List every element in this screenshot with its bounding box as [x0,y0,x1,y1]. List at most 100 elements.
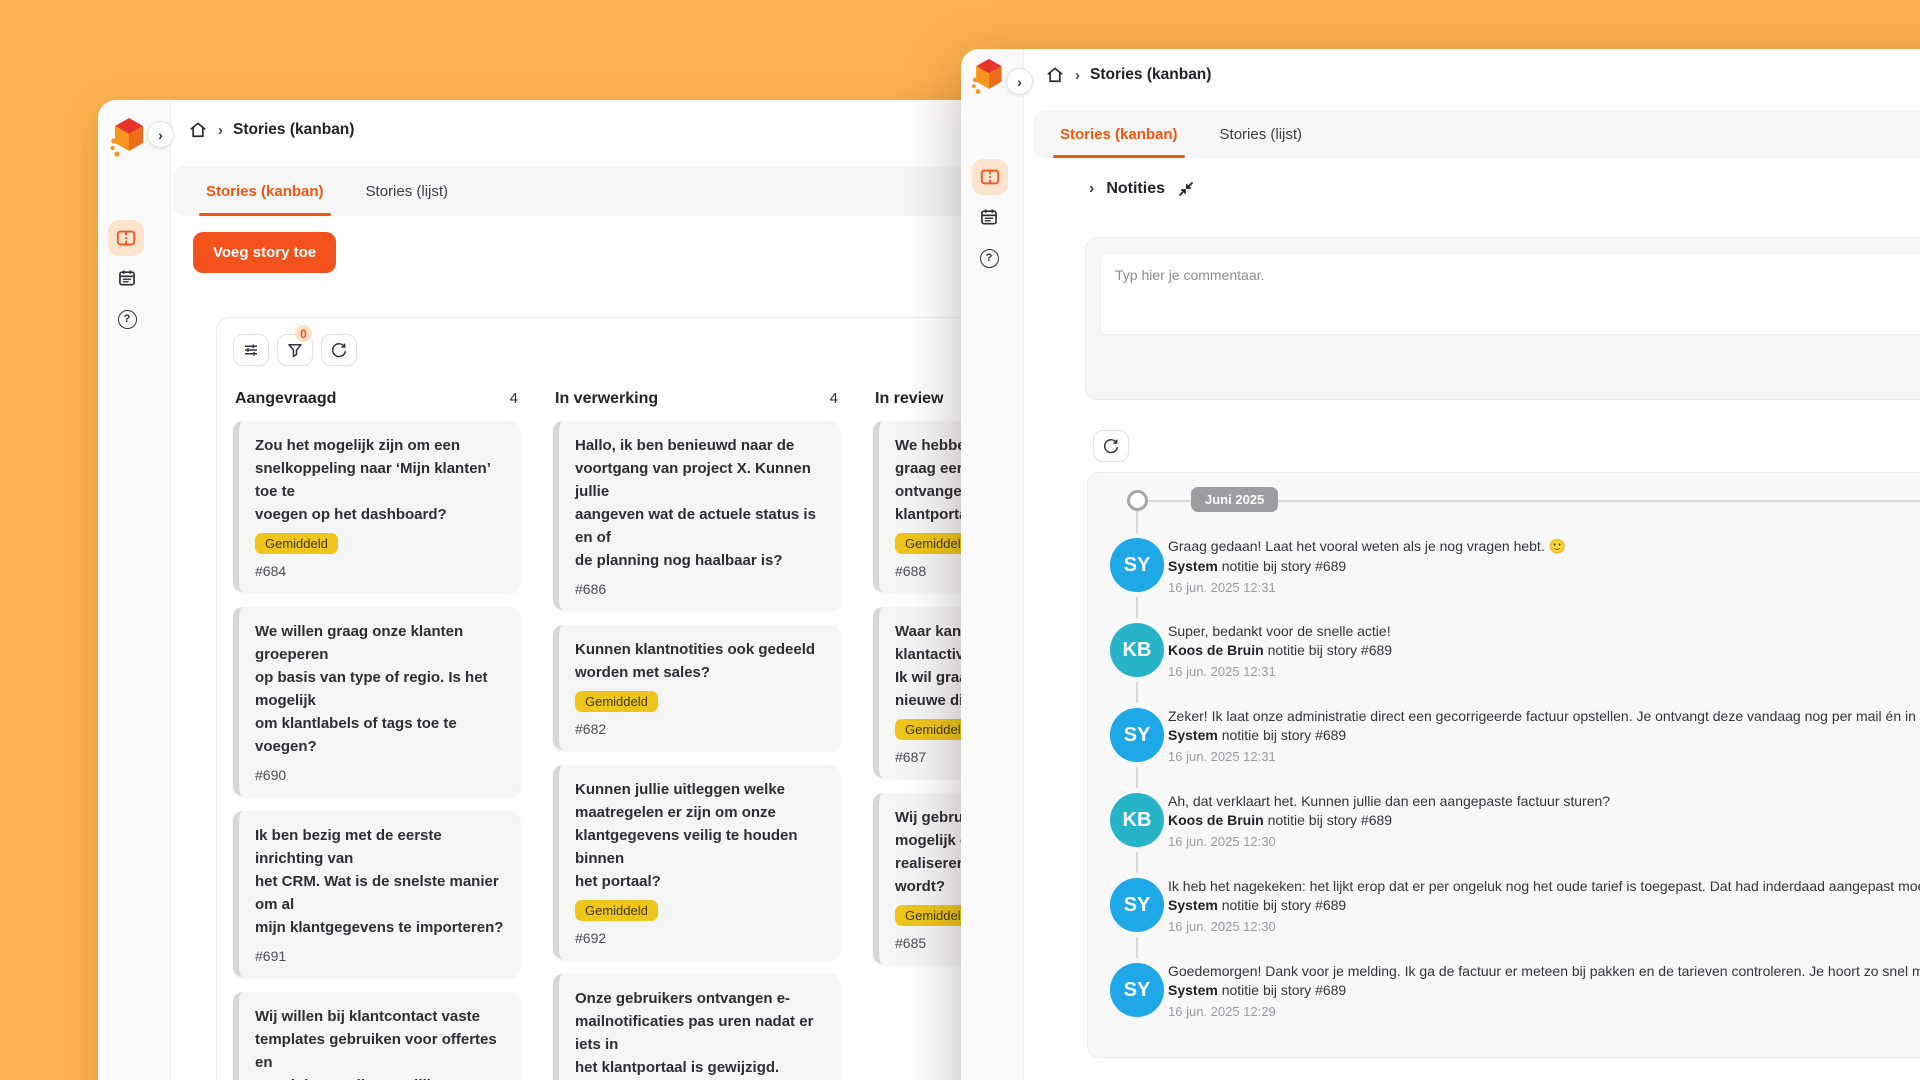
note-author: System [1168,897,1218,913]
sidebar-item-calendar[interactable] [978,206,1000,228]
calendar-icon [117,268,137,288]
avatar: SY [1110,878,1164,932]
column-title: In review [875,390,943,408]
filter-funnel-icon [286,341,304,359]
card-text: Kunnen jullie uitleggen welke maatregele… [575,778,824,893]
card-id: #686 [575,581,824,597]
comment-input[interactable] [1101,254,1920,334]
avatar: KB [1110,623,1164,677]
card-text: Zou het mogelijk zijn om een snelkoppeli… [255,434,504,526]
notes-window: › ? [961,49,1920,1080]
breadcrumb-current: Stories (kanban) [233,121,354,139]
note-entry: SY Goedemorgen! Dank voor je melding. Ik… [1088,963,1920,1023]
breadcrumb: › Stories (kanban) [1045,65,1211,85]
tab-stories-kanban[interactable]: Stories (kanban) [1039,110,1199,158]
note-timestamp: 16 jun. 2025 12:31 [1168,749,1920,764]
display-settings-button[interactable] [233,334,269,366]
card-id: #682 [575,721,824,737]
notes-section-header: › Notities [1089,180,1195,198]
card-id: #690 [255,767,504,783]
app-logo-icon [971,58,1005,98]
avatar: SY [1110,708,1164,762]
timeline-month-chip: Juni 2025 [1191,487,1278,512]
avatar: SY [1110,538,1164,592]
story-card[interactable]: Zou het mogelijk zijn om een snelkoppeli… [233,421,520,592]
sidebar: › ? [98,100,171,1080]
priority-badge: Gemiddeld [575,900,658,921]
sidebar-item-stories[interactable] [972,159,1008,195]
note-message: Graag gedaan! Laat het vooral weten als … [1168,538,1566,555]
ticket-icon [115,227,137,249]
note-ref: notitie bij story #689 [1222,727,1347,743]
app-logo-icon [110,117,146,161]
note-message: Goedemorgen! Dank voor je melding. Ik ga… [1168,963,1920,979]
refresh-button[interactable] [321,334,357,366]
note-message: Ik heb het nagekeken: het lijkt erop dat… [1168,878,1920,894]
note-message: Zeker! Ik laat onze administratie direct… [1168,708,1920,724]
breadcrumb-current: Stories (kanban) [1090,66,1211,84]
story-card[interactable]: Hallo, ik ben benieuwd naar de voortgang… [553,421,840,610]
column-title: Aangevraagd [235,390,336,408]
story-card[interactable]: Kunnen jullie uitleggen welke maatregele… [553,765,840,959]
help-icon: ? [118,310,137,329]
card-id: #684 [255,563,504,579]
story-card[interactable]: We willen graag onze klanten groeperen o… [233,607,520,796]
tab-bar: Stories (kanban) Stories (lijst) [1033,110,1920,158]
chevron-right-icon: › [158,127,163,143]
note-message: Ah, dat verklaart het. Kunnen jullie dan… [1168,793,1610,809]
refresh-notes-button[interactable] [1093,430,1129,462]
story-card[interactable]: Kunnen klantnotities ook gedeeld worden … [553,625,840,750]
sidebar-expand-button[interactable]: › [147,121,174,148]
note-author: System [1168,727,1218,743]
breadcrumb: › Stories (kanban) [188,120,354,140]
note-ref: notitie bij story #689 [1268,642,1393,658]
card-text: Onze gebruikers ontvangen e- mailnotific… [575,987,824,1080]
note-author: Koos de Bruin [1168,642,1264,658]
note-author: Koos de Bruin [1168,812,1264,828]
note-entry: SY Ik heb het nagekeken: het lijkt erop … [1088,878,1920,938]
note-timestamp: 16 jun. 2025 12:30 [1168,834,1610,849]
note-ref: notitie bij story #689 [1222,982,1347,998]
chevron-right-icon[interactable]: › [1089,180,1094,198]
column-aangevraagd: Aangevraagd 4 Zou het mogelijk zijn om e… [233,390,520,1080]
add-story-button[interactable]: Voeg story toe [193,232,336,273]
note-author: System [1168,558,1218,574]
note-entry: SY Graag gedaan! Laat het vooral weten a… [1088,538,1920,598]
note-timestamp: 16 jun. 2025 12:30 [1168,919,1920,934]
chevron-right-icon: › [1017,74,1022,90]
sidebar-item-stories[interactable] [108,220,144,256]
tab-stories-kanban[interactable]: Stories (kanban) [185,166,345,216]
home-icon[interactable] [188,120,208,140]
column-count: 4 [830,390,838,407]
card-text: Wij willen bij klantcontact vaste templa… [255,1005,504,1080]
chevron-right-icon: › [218,122,223,139]
filter-button[interactable]: 0 [277,334,313,366]
sidebar-item-help[interactable]: ? [116,308,138,330]
calendar-icon [979,207,999,227]
priority-badge: Gemiddeld [575,691,658,712]
sidebar-item-calendar[interactable] [116,267,138,289]
tab-stories-lijst[interactable]: Stories (lijst) [1199,110,1324,158]
card-id: #692 [575,930,824,946]
avatar: KB [1110,793,1164,847]
home-icon[interactable] [1045,65,1065,85]
tab-stories-lijst[interactable]: Stories (lijst) [345,166,470,216]
note-entry: KB Super, bedankt voor de snelle actie! … [1088,623,1920,683]
note-message: Super, bedankt voor de snelle actie! [1168,623,1392,639]
collapse-icon[interactable] [1177,180,1195,198]
section-title: Notities [1106,180,1165,198]
note-ref: notitie bij story #689 [1268,812,1393,828]
filter-count-badge: 0 [295,325,312,342]
sidebar: › ? [961,49,1024,1080]
story-card[interactable]: Wij willen bij klantcontact vaste templa… [233,992,520,1080]
chevron-right-icon: › [1075,67,1080,84]
sidebar-item-help[interactable]: ? [978,247,1000,269]
story-card[interactable]: Ik ben bezig met de eerste inrichting va… [233,811,520,977]
column-count: 4 [510,390,518,407]
story-card[interactable]: Onze gebruikers ontvangen e- mailnotific… [553,974,840,1080]
card-text: We willen graag onze klanten groeperen o… [255,620,504,758]
priority-badge: Gemiddeld [255,533,338,554]
note-timestamp: 16 jun. 2025 12:31 [1168,664,1392,679]
sidebar-expand-button[interactable]: › [1006,68,1033,95]
help-icon: ? [980,249,999,268]
